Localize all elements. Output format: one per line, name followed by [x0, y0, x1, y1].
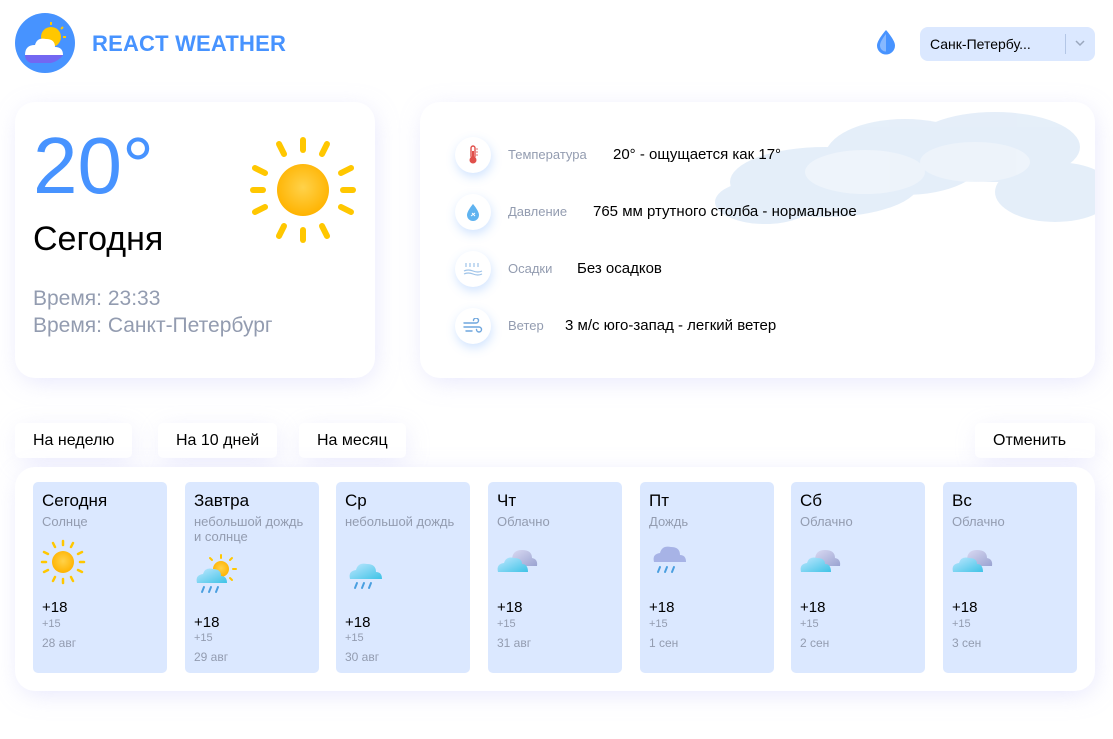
rain-icon: [646, 540, 694, 584]
forecast-day-card[interactable]: Ср небольшой дождь +18 +15 30 авг: [336, 482, 470, 673]
day-description: Облачно: [952, 514, 1005, 529]
sun-icon: [247, 134, 359, 246]
select-separator: [1065, 34, 1066, 54]
day-description: Дождь: [649, 514, 689, 529]
forecast-day-card[interactable]: Сегодня Солнце +18 +15 28 авг: [33, 482, 167, 673]
sun-icon: [39, 538, 87, 585]
header: REACT WEATHER Санк-Петербу...: [15, 13, 1095, 73]
detail-label: Ветер: [508, 318, 544, 333]
day-min-temp: +15: [345, 632, 364, 644]
day-min-temp: +15: [497, 618, 516, 630]
time-info: Время: 23:33: [33, 287, 161, 310]
pressure-icon: [455, 194, 491, 230]
detail-value: 20° - ощущается как 17°: [613, 146, 782, 163]
day-min-temp: +15: [194, 632, 213, 644]
cloud-icon: [494, 540, 542, 584]
day-date: 29 авг: [194, 650, 229, 664]
chevron-down-icon[interactable]: [1072, 35, 1088, 51]
forecast-card: Сегодня Солнце +18 +15 28 авг Завтра неб…: [15, 467, 1095, 691]
precipitation-icon: [455, 251, 491, 287]
day-max-temp: +18: [345, 614, 371, 631]
forecast-day-card[interactable]: Сб Облачно +18 +15 2 сен: [791, 482, 925, 673]
city-select[interactable]: Санк-Петербу...: [920, 27, 1095, 61]
day-max-temp: +18: [194, 614, 220, 631]
day-description: небольшой дождь: [345, 514, 455, 529]
tab-ten-days[interactable]: На 10 дней: [158, 423, 278, 458]
day-min-temp: +15: [649, 618, 668, 630]
day-date: 31 авг: [497, 636, 532, 650]
day-description: Облачно: [800, 514, 853, 529]
day-date: 3 сен: [952, 636, 982, 650]
day-name: Пт: [649, 491, 670, 510]
rain-sun-icon: [191, 553, 239, 597]
day-date: 2 сен: [800, 636, 830, 650]
cancel-button[interactable]: Отменить: [975, 423, 1095, 458]
detail-label: Осадки: [508, 261, 553, 276]
day-name: Сб: [800, 491, 823, 510]
logo-icon[interactable]: [15, 13, 75, 73]
detail-value: 765 мм ртутного столба - нормальное: [593, 203, 857, 220]
cloud-background-image: [705, 102, 1095, 252]
day-max-temp: +18: [42, 599, 68, 616]
day-max-temp: +18: [649, 599, 675, 616]
detail-value: Без осадков: [577, 260, 662, 277]
tab-month[interactable]: На месяц: [299, 423, 406, 458]
forecast-day-card[interactable]: Завтра небольшой дождь и солнце +18 +15 …: [185, 482, 319, 673]
day-description: небольшой дождь и солнце: [194, 514, 304, 544]
day-date: 30 авг: [345, 650, 380, 664]
today-label: Сегодня: [33, 220, 164, 258]
day-date: 28 авг: [42, 636, 77, 650]
theme-toggle-drop-icon[interactable]: [875, 29, 897, 55]
day-max-temp: +18: [952, 599, 978, 616]
wind-icon: [455, 308, 491, 344]
cloud-icon: [797, 540, 845, 584]
cloud-icon: [949, 540, 997, 584]
detail-label: Давление: [508, 204, 568, 219]
day-max-temp: +18: [497, 599, 523, 616]
day-name: Чт: [497, 491, 517, 510]
day-date: 1 сен: [649, 636, 679, 650]
brand-title: REACT WEATHER: [92, 31, 287, 56]
day-name: Ср: [345, 491, 367, 510]
forecast-day-card[interactable]: Вс Облачно +18 +15 3 сен: [943, 482, 1077, 673]
day-name: Сегодня: [42, 491, 108, 510]
day-name: Вс: [952, 491, 972, 510]
day-min-temp: +15: [952, 618, 971, 630]
today-card: 20° Сегодня Время: 23:33 Время: Санкт-Пе…: [15, 102, 375, 378]
tab-week[interactable]: На неделю: [15, 423, 133, 458]
rain-icon: [342, 553, 390, 597]
city-info: Время: Санкт-Петербург: [33, 314, 273, 337]
day-description: Солнце: [42, 514, 88, 529]
details-card: Температура 20° - ощущается как 17° Давл…: [420, 102, 1095, 378]
detail-value: 3 м/с юго-запад - легкий ветер: [565, 317, 777, 334]
forecast-day-card[interactable]: Пт Дождь +18 +15 1 сен: [640, 482, 774, 673]
day-name: Завтра: [194, 491, 250, 510]
current-temperature: 20°: [33, 121, 154, 210]
day-min-temp: +15: [42, 618, 61, 630]
thermometer-icon: [455, 137, 491, 173]
day-description: Облачно: [497, 514, 550, 529]
city-select-value: Санк-Петербу...: [930, 36, 1031, 52]
detail-label: Температура: [508, 147, 587, 162]
day-max-temp: +18: [800, 599, 826, 616]
forecast-day-card[interactable]: Чт Облачно +18 +15 31 авг: [488, 482, 622, 673]
day-min-temp: +15: [800, 618, 819, 630]
